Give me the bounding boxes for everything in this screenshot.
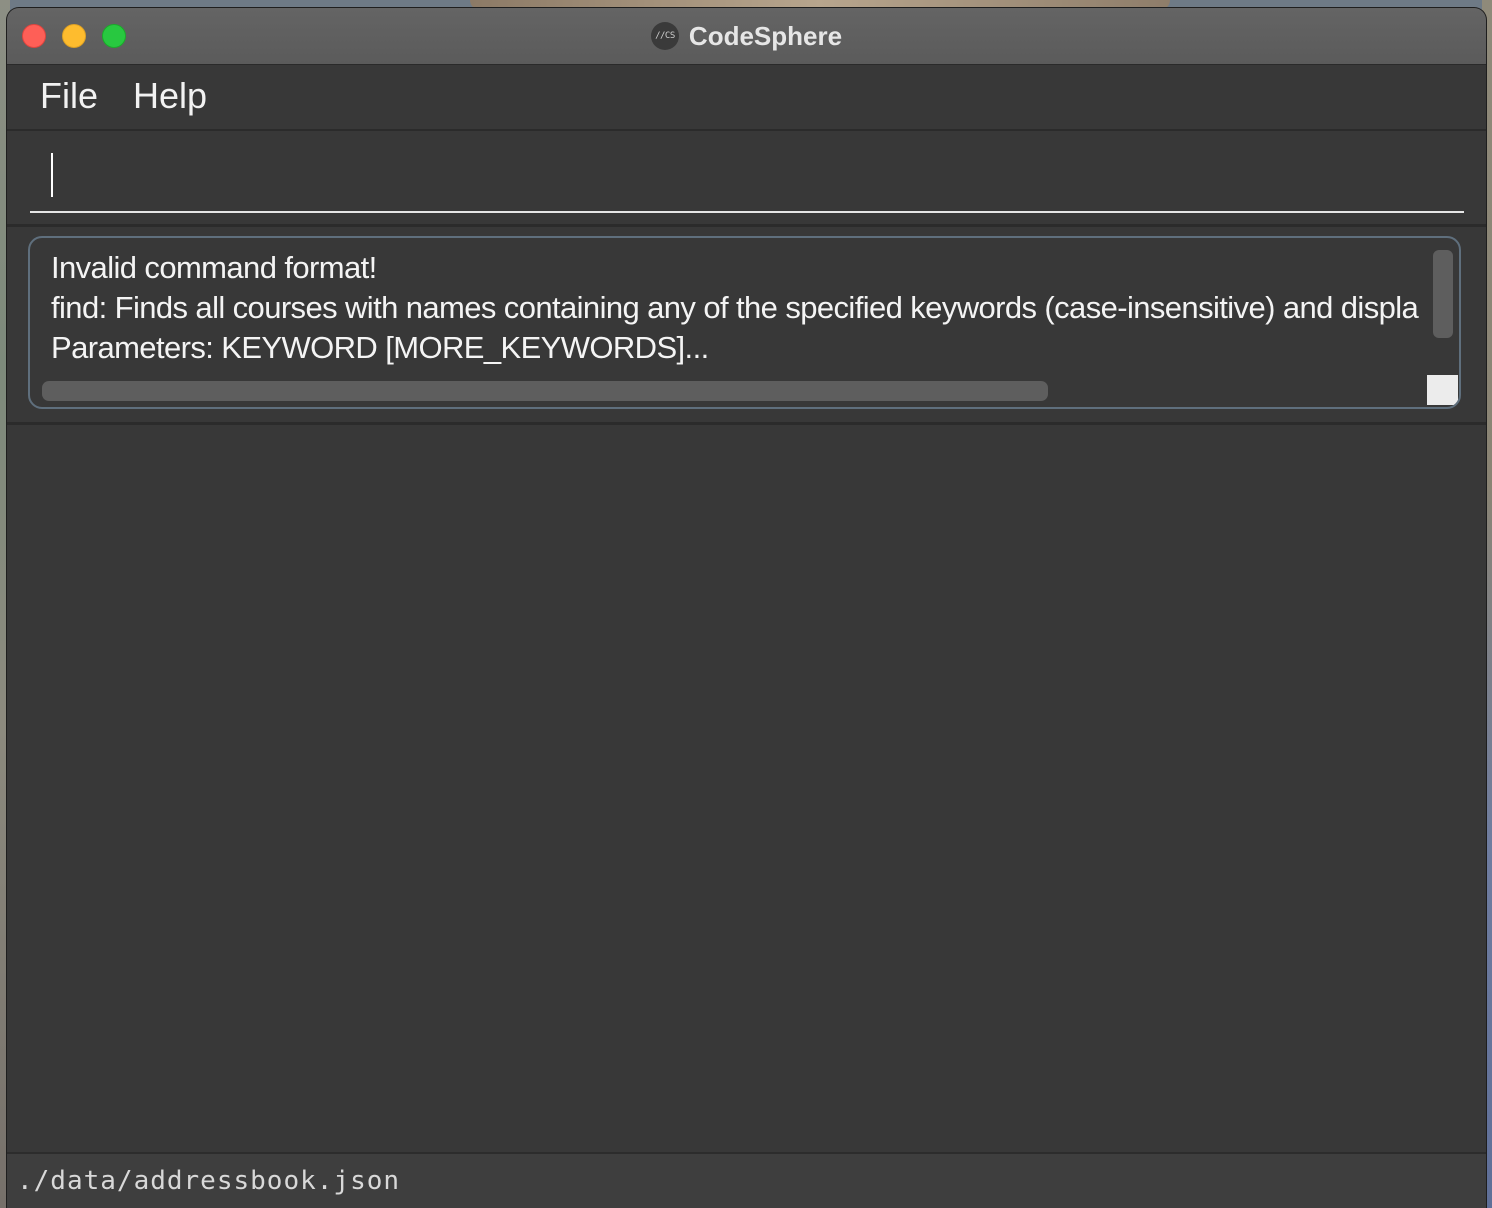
save-location-path: ./data/addressbook.json <box>17 1166 401 1196</box>
text-caret <box>51 153 53 197</box>
result-line-error: Invalid command format! <box>51 250 377 285</box>
menu-help[interactable]: Help <box>133 75 207 117</box>
app-logo-icon: //CS <box>650 22 679 50</box>
result-text[interactable]: Invalid command format! find: Finds all … <box>51 248 1426 368</box>
command-box-area <box>7 131 1486 227</box>
result-display[interactable]: Invalid command format! find: Finds all … <box>28 236 1461 409</box>
vertical-scrollbar-thumb[interactable] <box>1433 250 1453 338</box>
course-list-panel[interactable] <box>7 422 1486 1155</box>
result-line-usage: find: Finds all courses with names conta… <box>51 290 1419 325</box>
result-line-parameters: Parameters: KEYWORD [MORE_KEYWORDS]... <box>51 330 709 365</box>
title-group: //CS CodeSphere <box>7 8 1486 64</box>
scroll-corner <box>1427 375 1458 405</box>
horizontal-scrollbar-thumb[interactable] <box>42 381 1048 401</box>
menu-bar: File Help <box>7 65 1486 131</box>
window-title: CodeSphere <box>688 20 843 51</box>
command-input[interactable] <box>30 131 1464 213</box>
status-bar: ./data/addressbook.json <box>7 1152 1486 1208</box>
app-window: //CS CodeSphere File Help Invalid comman… <box>7 8 1486 1208</box>
menu-file[interactable]: File <box>40 75 98 117</box>
title-bar[interactable]: //CS CodeSphere <box>7 8 1486 65</box>
